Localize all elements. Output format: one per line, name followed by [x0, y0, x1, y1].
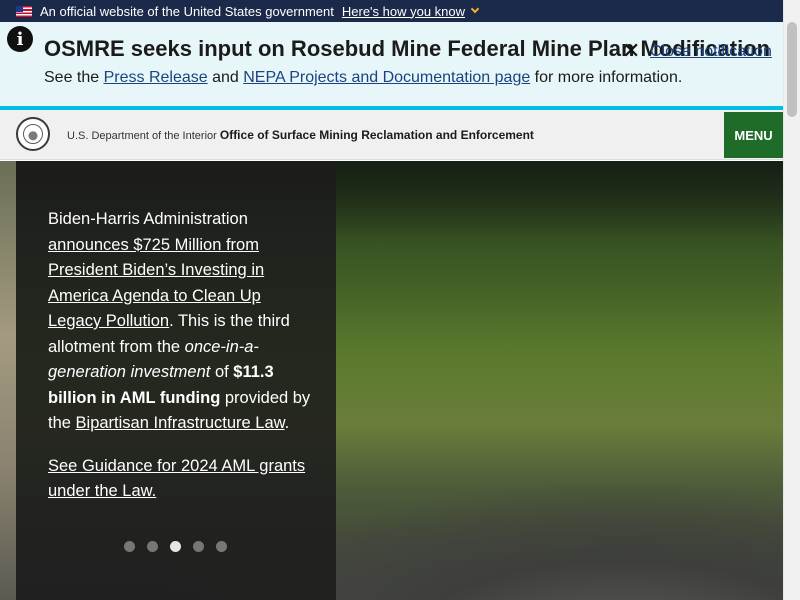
- alert-body: See the Press Release and NEPA Projects …: [44, 69, 682, 87]
- info-icon: i: [7, 26, 33, 52]
- caption-text-2: of: [210, 363, 234, 381]
- scrollbar-thumb[interactable]: [787, 22, 797, 117]
- page-scrollbar[interactable]: [783, 0, 800, 600]
- office-name: Office of Surface Mining Reclamation and…: [219, 128, 534, 142]
- site-alert: i OSMRE seeks input on Rosebud Mine Fede…: [0, 22, 783, 110]
- nepa-projects-link[interactable]: NEPA Projects and Documentation page: [243, 69, 530, 86]
- carousel-dot-2[interactable]: [147, 541, 158, 552]
- carousel-indicators: [124, 541, 227, 552]
- caption-text-4: .: [284, 414, 290, 432]
- hero-image-edge: [0, 161, 16, 600]
- seal-emblem-icon: [23, 124, 43, 144]
- close-notification-link[interactable]: Close notification: [650, 43, 772, 61]
- menu-button[interactable]: MENU: [724, 112, 783, 158]
- hero-caption-panel: Biden-Harris Administration announces $7…: [16, 161, 336, 600]
- department-name: U.S. Department of the Interior: [67, 130, 217, 142]
- caption-lead: Biden-Harris Administration: [48, 210, 248, 228]
- gov-banner-text: An official website of the United States…: [40, 3, 334, 19]
- hero-caption: Biden-Harris Administration announces $7…: [48, 207, 313, 505]
- alert-body-mid: and: [207, 69, 244, 86]
- site-header: U.S. Department of the Interior Office o…: [0, 110, 783, 160]
- press-release-link[interactable]: Press Release: [104, 69, 208, 86]
- carousel-dot-1[interactable]: [124, 541, 135, 552]
- hero-carousel: Biden-Harris Administration announces $7…: [0, 161, 783, 600]
- close-icon[interactable]: ✕: [622, 40, 644, 62]
- how-you-know-label: Here's how you know: [341, 3, 466, 19]
- bipartisan-infrastructure-law-link[interactable]: Bipartisan Infrastructure Law: [76, 414, 285, 432]
- alert-body-suffix: for more information.: [530, 69, 683, 86]
- aml-grants-guidance-link[interactable]: See Guidance for 2024 AML grants under t…: [48, 454, 313, 505]
- osmre-seal-logo[interactable]: [16, 117, 50, 151]
- agency-name[interactable]: U.S. Department of the Interior Office o…: [67, 128, 534, 142]
- carousel-dot-5[interactable]: [216, 541, 227, 552]
- alert-body-prefix: See the: [44, 69, 104, 86]
- how-you-know-link[interactable]: Here's how you know: [341, 3, 480, 19]
- chevron-down-icon: [470, 4, 480, 14]
- carousel-dot-3[interactable]: [170, 541, 181, 552]
- us-flag-icon: [16, 5, 32, 17]
- gov-banner: An official website of the United States…: [0, 0, 783, 22]
- carousel-dot-4[interactable]: [193, 541, 204, 552]
